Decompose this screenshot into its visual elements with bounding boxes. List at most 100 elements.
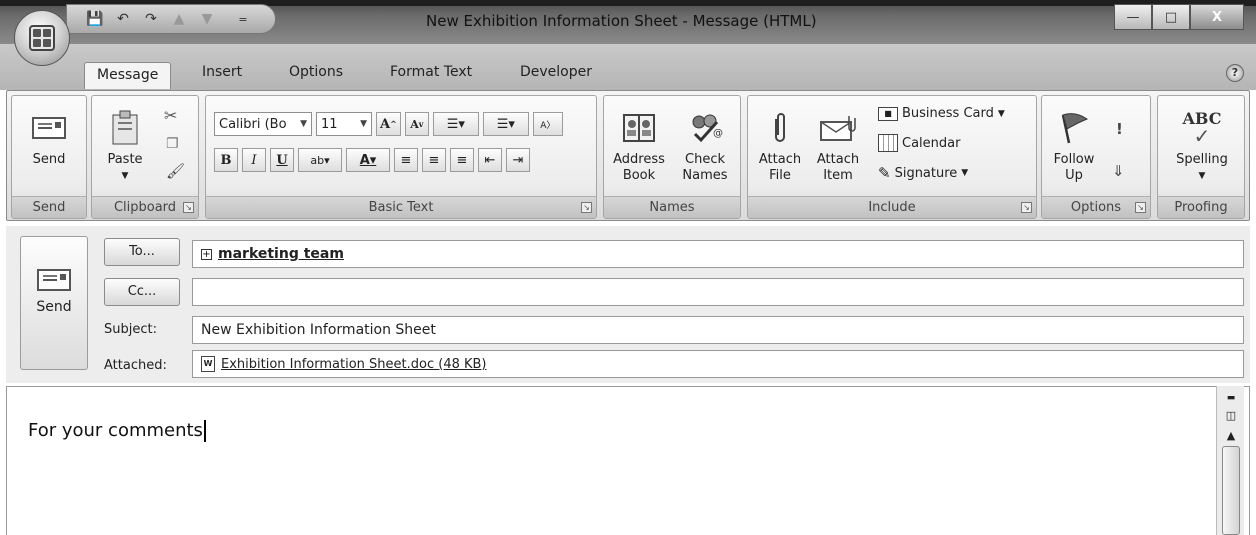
to-field[interactable]: + marketing team bbox=[192, 240, 1244, 268]
paste-dropdown-icon: ▼ bbox=[121, 171, 129, 181]
attach-item-label: Attach Item bbox=[816, 152, 860, 183]
tab-developer[interactable]: Developer bbox=[520, 64, 592, 80]
group-options: Follow Up ! ⇓ Options ↘ bbox=[1041, 95, 1151, 219]
message-body[interactable] bbox=[6, 386, 1250, 535]
font-name-combo[interactable]: Calibri (Bo ▼ bbox=[214, 112, 312, 136]
next-item-icon[interactable]: ▼ bbox=[199, 11, 215, 27]
ruler-icon[interactable]: ◫ bbox=[1221, 406, 1241, 426]
underline-button[interactable]: U bbox=[270, 148, 294, 172]
tab-options[interactable]: Options bbox=[289, 64, 343, 80]
basic-text-launcher-icon[interactable]: ↘ bbox=[581, 202, 592, 213]
attachment-link[interactable]: Exhibition Information Sheet.doc (48 KB) bbox=[221, 357, 487, 372]
save-icon[interactable]: 💾 bbox=[86, 11, 103, 27]
ruler-toggle-icon[interactable]: ▬ bbox=[1221, 388, 1241, 408]
include-launcher-icon[interactable]: ↘ bbox=[1021, 202, 1032, 213]
signature-label: Signature bbox=[894, 165, 958, 181]
flag-icon bbox=[1061, 113, 1089, 144]
clipboard-launcher-icon[interactable]: ↘ bbox=[183, 202, 194, 213]
decrease-indent-icon[interactable]: ⇤ bbox=[478, 148, 502, 172]
calendar-button[interactable]: Calendar bbox=[878, 134, 960, 152]
group-basic-text: Calibri (Bo ▼ 11 ▼ A ^ Av ☰▾ ☰▾ A〉 B I U ab… bbox=[205, 95, 597, 219]
quick-access-toolbar: 💾 ↶ ↷ ▲ ▼ = bbox=[66, 4, 276, 34]
attach-file-button[interactable]: Attach File bbox=[752, 108, 808, 184]
low-importance-icon[interactable]: ⇓ bbox=[1112, 162, 1125, 180]
spelling-button[interactable]: ABC ✓ Spelling ▼ bbox=[1162, 108, 1242, 184]
copy-icon[interactable]: ❐ bbox=[166, 136, 179, 152]
attached-label: Attached: bbox=[104, 358, 167, 373]
bullets-icon[interactable]: ☰▾ bbox=[432, 112, 479, 136]
scroll-up-icon[interactable]: ▲ bbox=[1221, 426, 1241, 446]
numbering-icon[interactable]: ☰▾ bbox=[482, 112, 529, 136]
attach-item-icon bbox=[820, 116, 856, 141]
spelling-label: Spelling bbox=[1176, 152, 1228, 167]
undo-icon[interactable]: ↶ bbox=[115, 11, 131, 27]
spelling-dropdown-icon: ▼ bbox=[1198, 171, 1206, 181]
group-proofing: ABC ✓ Spelling ▼ Proofing bbox=[1157, 95, 1245, 219]
calendar-label: Calendar bbox=[902, 135, 961, 151]
group-basic-text-label: Basic Text bbox=[206, 196, 596, 218]
align-right-icon[interactable]: ≡ bbox=[450, 148, 474, 172]
minimize-button[interactable]: — bbox=[1114, 4, 1152, 30]
group-include-label: Include bbox=[748, 196, 1036, 218]
previous-item-icon[interactable]: ▲ bbox=[171, 11, 187, 27]
tab-format-text[interactable]: Format Text bbox=[390, 64, 472, 80]
office-button[interactable] bbox=[14, 10, 70, 66]
cc-field[interactable] bbox=[192, 278, 1244, 306]
format-row: B I U ab ▾ A ▾ ≡ ≡ ≡ ⇤ ⇥ bbox=[214, 148, 530, 172]
close-button[interactable]: X bbox=[1190, 4, 1244, 30]
shrink-font-button[interactable]: Av bbox=[404, 112, 429, 136]
check-names-label: Check Names bbox=[682, 152, 728, 183]
maximize-button[interactable]: □ bbox=[1152, 4, 1190, 30]
grow-font-button[interactable]: A ^ bbox=[376, 112, 401, 136]
font-row: Calibri (Bo ▼ 11 ▼ A ^ Av ☰▾ ☰▾ A〉 bbox=[214, 112, 563, 136]
high-importance-icon[interactable]: ! bbox=[1116, 120, 1123, 138]
increase-indent-icon[interactable]: ⇥ bbox=[506, 148, 530, 172]
subject-field[interactable]: New Exhibition Information Sheet bbox=[192, 316, 1244, 344]
address-book-button[interactable]: Address Book bbox=[608, 108, 670, 184]
options-launcher-icon[interactable]: ↘ bbox=[1135, 202, 1146, 213]
redo-icon[interactable]: ↷ bbox=[143, 11, 159, 27]
clear-formatting-icon[interactable]: A〉 bbox=[532, 112, 563, 136]
help-icon[interactable]: ? bbox=[1226, 64, 1244, 82]
attachment-field[interactable]: W Exhibition Information Sheet.doc (48 K… bbox=[192, 350, 1244, 378]
office-logo-icon bbox=[29, 25, 55, 51]
cut-icon[interactable]: ✂ bbox=[164, 106, 177, 125]
font-size-combo[interactable]: 11 ▼ bbox=[316, 112, 372, 136]
business-card-button[interactable]: ■ Business Card ▼ bbox=[878, 106, 1005, 121]
send-button[interactable]: Send bbox=[20, 236, 88, 370]
tab-message[interactable]: Message bbox=[84, 62, 172, 89]
format-painter-icon[interactable]: 🖌 bbox=[166, 162, 185, 180]
to-recipient[interactable]: marketing team bbox=[218, 246, 344, 262]
group-send-label: Send bbox=[12, 196, 86, 218]
to-button[interactable]: To... bbox=[104, 238, 180, 266]
paste-button[interactable]: Paste ▼ bbox=[100, 108, 150, 184]
highlight-button[interactable]: ab ▾ bbox=[298, 148, 342, 172]
align-center-icon[interactable]: ≡ bbox=[422, 148, 446, 172]
attach-file-label: Attach File bbox=[758, 152, 802, 183]
address-book-icon bbox=[623, 114, 655, 142]
address-book-label: Address Book bbox=[613, 152, 665, 183]
bold-button[interactable]: B bbox=[214, 148, 238, 172]
send-ribbon-button[interactable]: Send bbox=[20, 108, 78, 168]
follow-up-button[interactable]: Follow Up bbox=[1044, 108, 1104, 184]
attach-item-button[interactable]: Attach Item bbox=[808, 108, 868, 184]
business-card-label: Business Card bbox=[902, 106, 994, 121]
message-body-text[interactable]: For your comments bbox=[28, 420, 206, 442]
scrollbar-thumb[interactable] bbox=[1222, 446, 1240, 535]
subject-label: Subject: bbox=[104, 322, 157, 337]
message-header: Send To... Cc... Subject: Attached: + ma… bbox=[6, 226, 1250, 383]
customize-qat-icon[interactable]: = bbox=[237, 13, 249, 26]
font-color-button[interactable]: A ▾ bbox=[346, 148, 390, 172]
cc-button[interactable]: Cc... bbox=[104, 278, 180, 306]
expand-group-icon[interactable]: + bbox=[201, 248, 212, 260]
vertical-scrollbar[interactable]: ▬ ◫ ▲ bbox=[1216, 386, 1244, 535]
signature-button[interactable]: ✎ Signature ▼ bbox=[878, 164, 968, 182]
paperclip-icon bbox=[775, 113, 785, 142]
body-text-content: For your comments bbox=[28, 420, 203, 441]
italic-button[interactable]: I bbox=[242, 148, 266, 172]
text-caret bbox=[203, 420, 206, 442]
tab-insert[interactable]: Insert bbox=[202, 64, 242, 80]
check-names-button[interactable]: @ Check Names bbox=[674, 108, 736, 184]
group-names: Address Book @ Check Names Names bbox=[603, 95, 741, 219]
align-left-icon[interactable]: ≡ bbox=[394, 148, 418, 172]
